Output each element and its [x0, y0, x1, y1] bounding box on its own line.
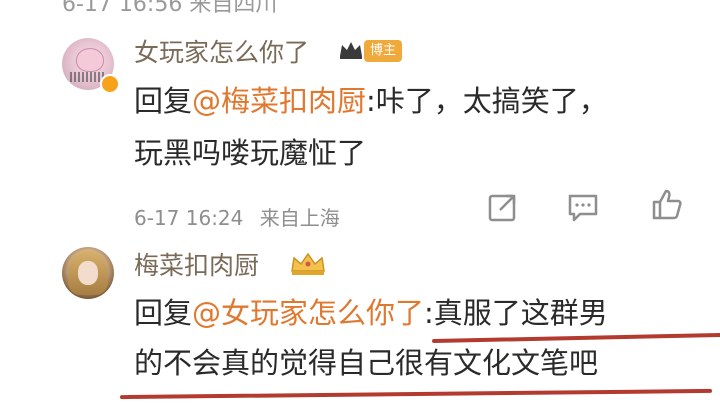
reply-prefix: 回复 [134, 296, 193, 330]
timestamp: 6-17 16:24 [134, 206, 244, 230]
comment-text-line-2: 的不会真的觉得自己很有文化文笔吧 [134, 346, 599, 380]
comment-icon[interactable] [566, 190, 600, 224]
location: 来自上海 [259, 206, 340, 230]
username[interactable]: 女玩家怎么你了 [134, 33, 309, 69]
blogger-badge: 博主 [364, 40, 403, 62]
like-icon[interactable] [650, 188, 684, 222]
username[interactable]: 梅菜扣肉厨 [134, 246, 259, 282]
highlight-underline [119, 388, 713, 400]
previous-comment-meta-text: 6-17 16:56 来自四川 [62, 0, 278, 17]
mention-link[interactable]: @梅菜扣肉厨 [192, 84, 366, 118]
avatar-face [78, 261, 98, 285]
comment-text-line-1: 回复@梅菜扣肉厨:咔了，太搞笑了， [134, 78, 608, 124]
avatar[interactable] [62, 247, 114, 299]
comment-text: :真服了这群男 [424, 296, 608, 330]
comment-text-line-2: 玩黑吗喽玩魔怔了 [134, 136, 367, 170]
avatar-face [76, 48, 104, 72]
reply-prefix: 回复 [134, 84, 193, 118]
comment-text: :咔了，太搞笑了， [366, 84, 608, 118]
comment-text-line-1: 回复@女玩家怎么你了:真服了这群男 [134, 290, 608, 336]
previous-comment-meta: 6-17 16:56 来自四川 [0, 0, 720, 17]
crown-icon [291, 252, 325, 275]
verified-badge-icon [100, 74, 120, 94]
mention-link[interactable]: @女玩家怎么你了 [192, 296, 424, 330]
comment-meta: 6-17 16:24 来自上海 [134, 202, 340, 231]
crown-icon [340, 42, 362, 59]
share-icon[interactable] [486, 190, 520, 224]
